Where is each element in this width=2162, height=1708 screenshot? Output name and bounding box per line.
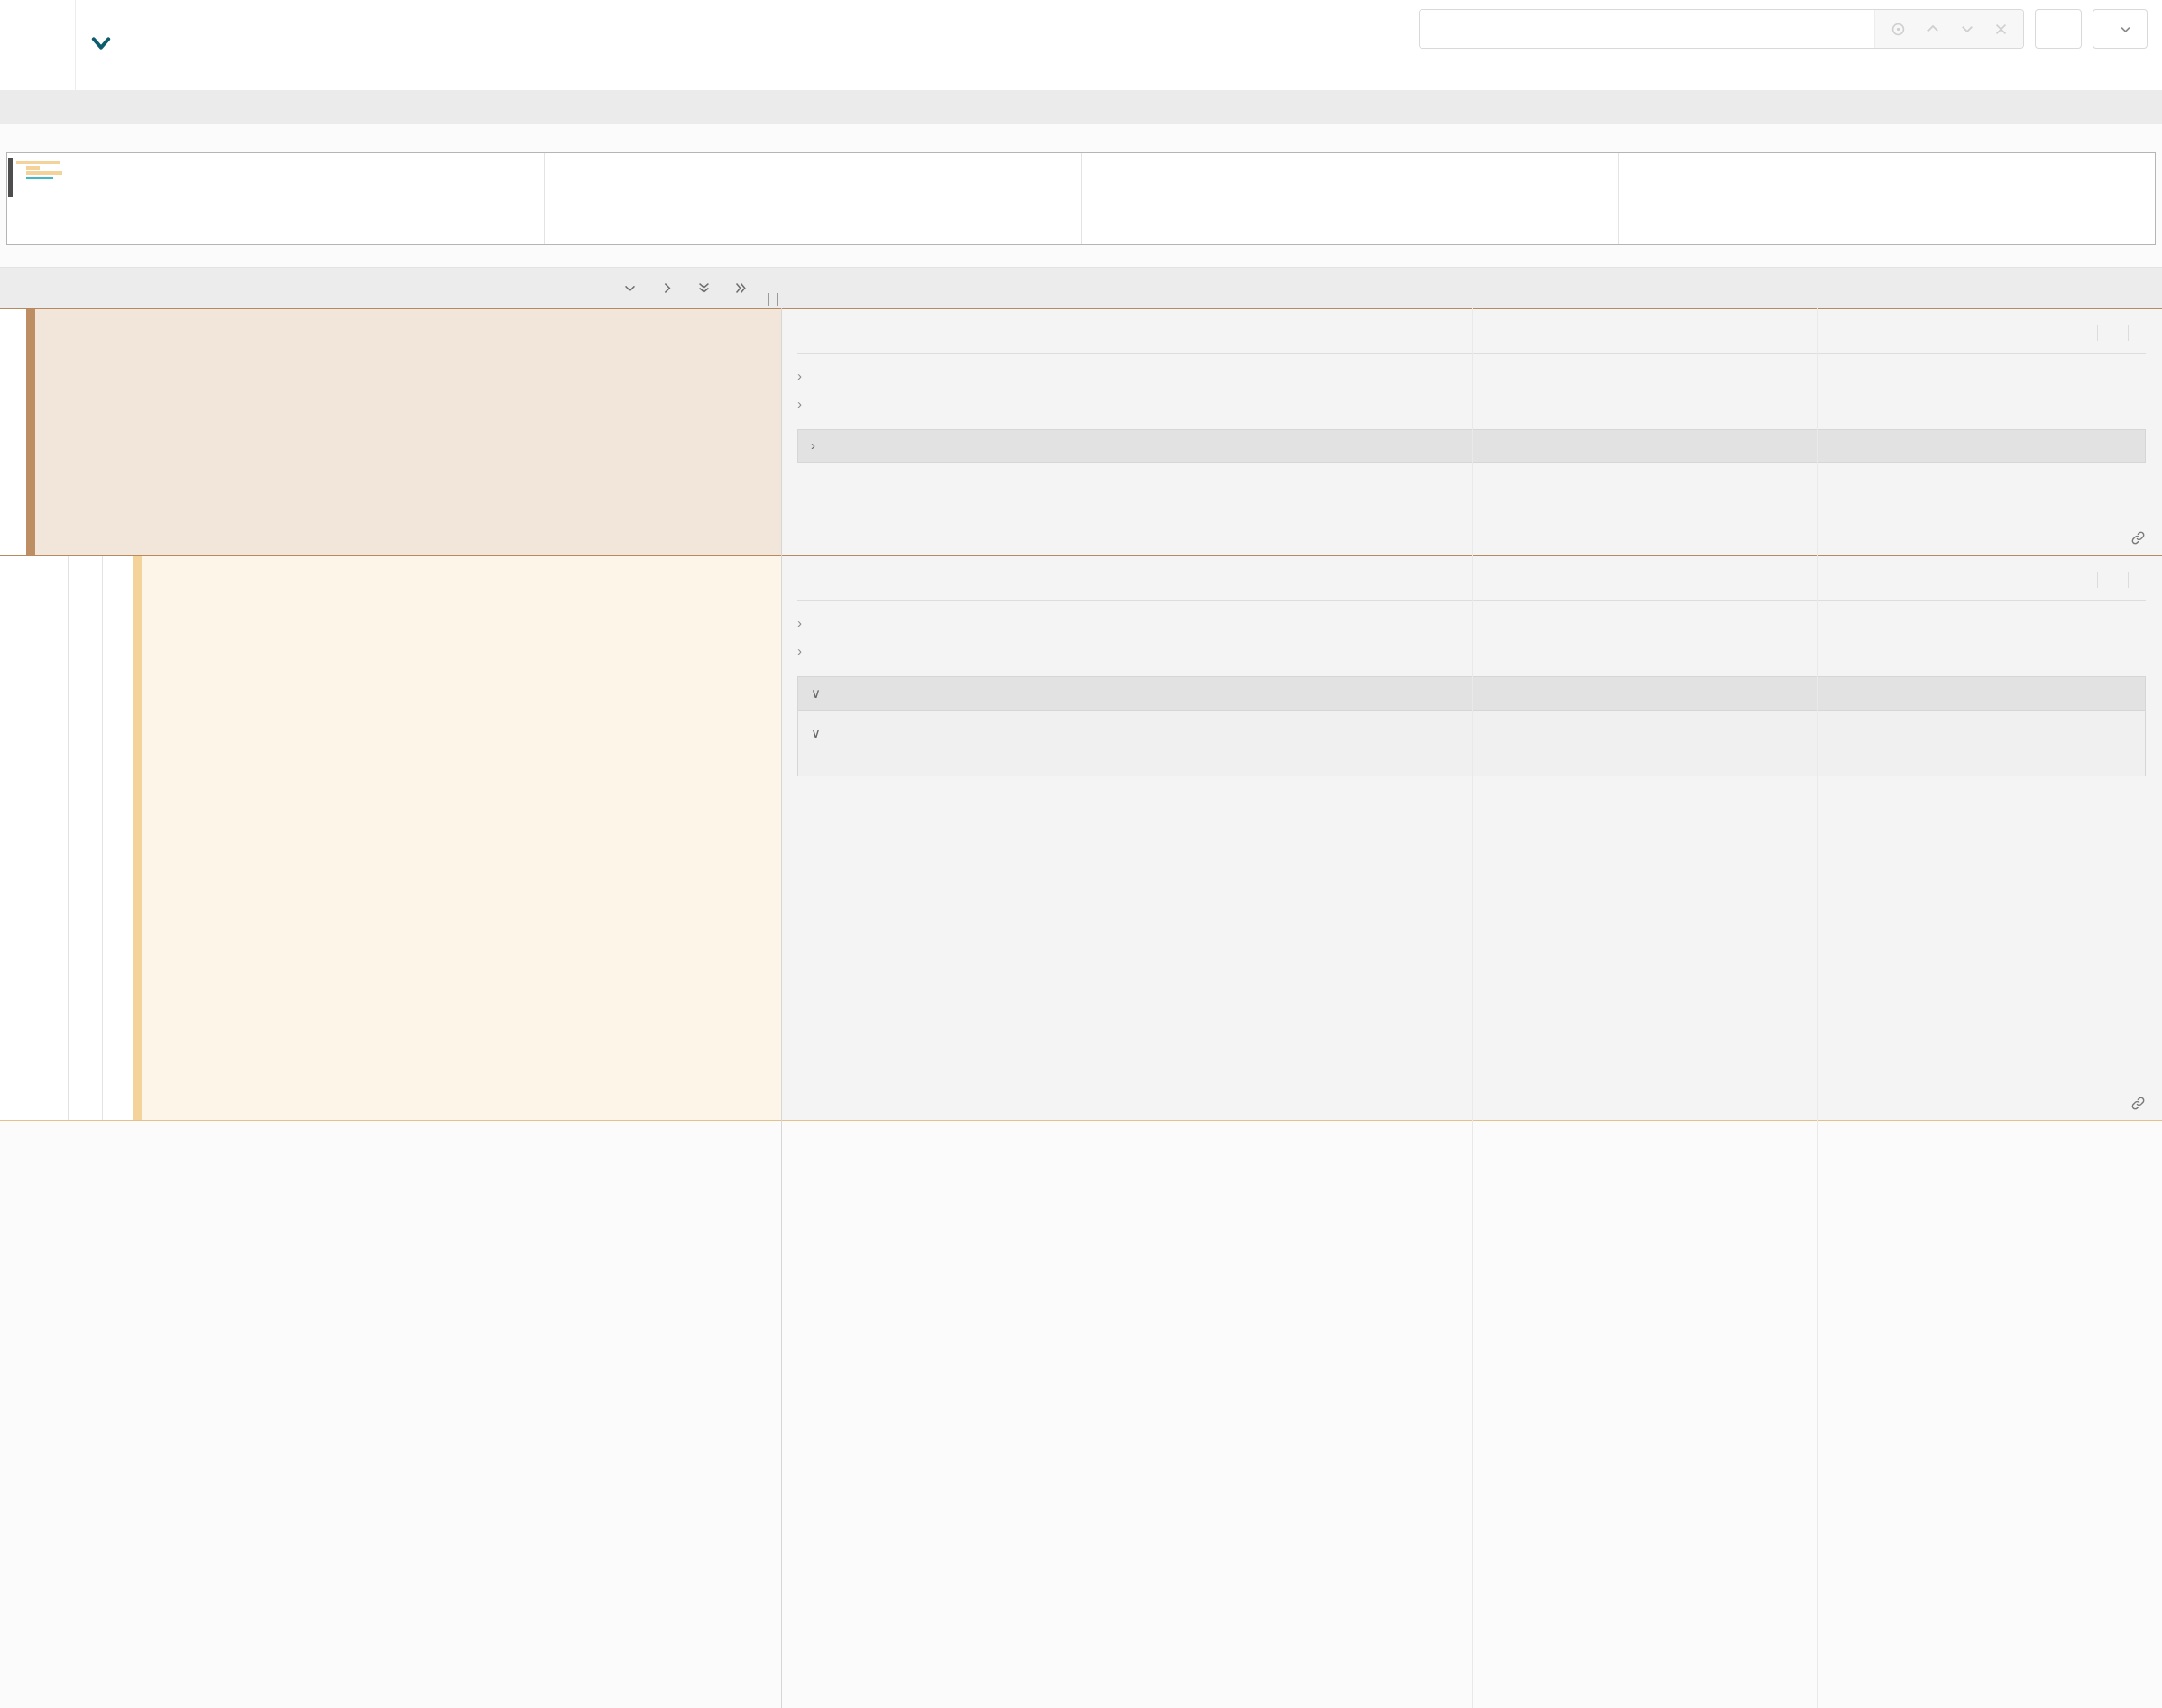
chevron-down-icon xyxy=(2119,23,2132,36)
minimap-tick-labels xyxy=(6,130,2156,150)
service-color-strip xyxy=(133,556,142,1120)
top-bar xyxy=(0,0,2162,90)
logs-body: ∨ xyxy=(797,711,2146,776)
header-controls xyxy=(1419,9,2148,49)
trace-minimap[interactable] xyxy=(0,124,2162,267)
chevron-right-icon: › xyxy=(797,644,802,659)
process-accordion[interactable]: › xyxy=(797,390,2146,418)
chevron-right-icon: › xyxy=(797,369,802,384)
detail-left-column xyxy=(0,556,781,1120)
minimap-span-bar xyxy=(26,166,40,170)
find-input[interactable] xyxy=(1420,10,1874,48)
next-result-chevron-down-icon[interactable] xyxy=(1959,21,1975,37)
locate-icon[interactable] xyxy=(1890,21,1907,38)
find-nav-controls xyxy=(1874,10,2023,48)
prev-result-chevron-up-icon[interactable] xyxy=(1925,21,1941,37)
trace-title-block xyxy=(88,4,124,60)
logs-accordion[interactable]: › xyxy=(797,429,2146,463)
back-button[interactable] xyxy=(0,0,76,90)
chevron-right-icon: › xyxy=(797,397,802,412)
span-detail-panel: › › › xyxy=(0,308,2162,556)
logs-accordion[interactable]: ∨ xyxy=(797,676,2146,711)
deep-link-icon[interactable] xyxy=(2130,530,2146,546)
detail-left-column xyxy=(0,309,781,555)
timeline-grid-header xyxy=(0,267,2162,308)
collapse-all-double-chevron-right-icon[interactable] xyxy=(733,280,749,296)
span-detail-card: › › ∨ ∨ xyxy=(781,556,2162,1120)
minimap-viewport[interactable] xyxy=(6,152,2156,245)
minimap-span-bar xyxy=(26,171,62,175)
column-resizer-grip[interactable] xyxy=(768,293,778,306)
minimap-span-bar xyxy=(26,177,53,179)
find-box xyxy=(1419,9,2024,49)
gridline xyxy=(1618,153,1619,244)
tags-accordion[interactable]: › xyxy=(797,610,2146,638)
chevron-down-icon: ∨ xyxy=(811,685,821,702)
process-accordion[interactable]: › xyxy=(797,638,2146,666)
expand-one-chevron-down-icon[interactable] xyxy=(622,280,638,296)
minimap-span-bar xyxy=(16,161,60,164)
trace-summary-bar xyxy=(0,90,2162,124)
collapse-one-chevron-right-icon[interactable] xyxy=(659,280,675,296)
keyboard-shortcuts-button[interactable] xyxy=(2035,9,2082,49)
gridline xyxy=(544,153,545,244)
chevron-down-icon: ∨ xyxy=(811,725,821,741)
tags-accordion[interactable]: › xyxy=(797,363,2146,390)
span-detail-card: › › › xyxy=(781,309,2162,555)
log-entry-accordion[interactable]: ∨ xyxy=(811,720,2132,750)
clear-search-x-icon[interactable] xyxy=(1993,22,2009,37)
expand-all-double-chevron-down-icon[interactable] xyxy=(696,280,712,296)
span-detail-panel: › › ∨ ∨ xyxy=(0,556,2162,1121)
service-color-strip xyxy=(26,309,35,555)
timeline-tick-labels xyxy=(781,268,2162,308)
chevron-right-icon: › xyxy=(797,616,802,631)
span-rows-area: › › › xyxy=(0,308,2162,1708)
service-operation-header xyxy=(0,268,781,308)
minimap-drag-handle[interactable] xyxy=(8,158,13,197)
chevron-right-icon: › xyxy=(811,438,815,454)
gridline xyxy=(1081,153,1082,244)
deep-link-icon[interactable] xyxy=(2130,1096,2146,1111)
collapse-header-chevron-down-icon[interactable] xyxy=(88,31,114,60)
trace-view-select[interactable] xyxy=(2093,9,2148,49)
